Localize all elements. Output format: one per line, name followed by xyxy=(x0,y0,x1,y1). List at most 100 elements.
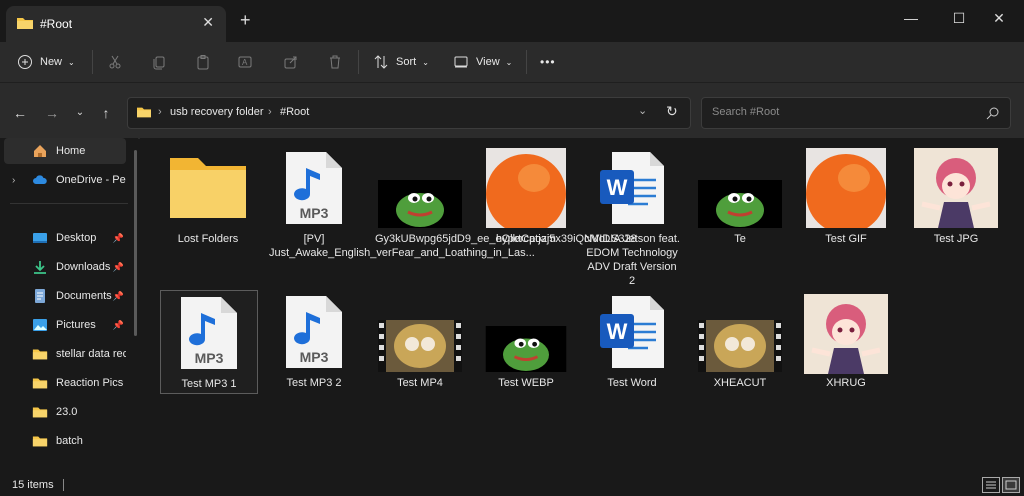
cut-icon xyxy=(106,53,124,71)
sidebar-item-stellar-data-recovery[interactable]: stellar data reco xyxy=(4,341,126,367)
large-icons-view-icon xyxy=(1005,480,1017,490)
documents-icon xyxy=(35,289,45,303)
sidebar-item-desktop[interactable]: Desktop 📌 xyxy=(4,225,126,251)
chevron-down-icon: ⌄ xyxy=(505,57,513,67)
details-view-icon xyxy=(986,481,996,489)
file-item-test-webp[interactable]: Test WEBP xyxy=(478,290,574,392)
tab-root[interactable]: #Root ✕ xyxy=(6,6,226,42)
folder-icon xyxy=(32,349,48,360)
sidebar-item-pictures[interactable]: Pictures 📌 xyxy=(4,312,126,338)
title-bar: #Root ✕ + — ☐ ✕ xyxy=(0,0,1024,42)
tab-close-icon[interactable]: ✕ xyxy=(202,14,214,31)
file-item-hypercatjam[interactable]: hypercatjam xyxy=(478,148,574,278)
folder-icon xyxy=(32,407,48,418)
forward-arrow-icon[interactable]: → xyxy=(42,103,62,123)
recent-locations-chevron-icon[interactable]: ⌄ xyxy=(70,103,90,123)
search-input[interactable]: Search #Root xyxy=(712,106,779,118)
divider xyxy=(358,50,359,74)
cloud-icon xyxy=(33,175,47,184)
sidebar-scrollbar[interactable] xyxy=(134,150,137,336)
details-view-button[interactable] xyxy=(982,477,1000,493)
back-arrow-icon[interactable]: ← xyxy=(10,103,30,123)
more-options-button[interactable]: ••• xyxy=(540,50,556,74)
desktop-icon xyxy=(33,233,47,243)
new-tab-button[interactable]: + xyxy=(240,10,251,31)
divider xyxy=(10,203,128,204)
file-name: Test Word xyxy=(607,377,657,389)
home-icon xyxy=(34,145,46,157)
address-bar[interactable]: › usb recovery folder › #Root ⌄ ↻ xyxy=(127,97,691,129)
delete-button[interactable] xyxy=(326,50,344,74)
chevron-down-icon: ⌄ xyxy=(422,57,429,67)
file-item-lost-folders[interactable]: Lost Folders xyxy=(160,148,256,278)
file-item-test-gif[interactable]: Test GIF xyxy=(798,148,894,278)
rename-button[interactable]: A xyxy=(236,50,254,74)
folder-icon xyxy=(32,378,48,389)
sidebar-item-reaction-pics[interactable]: Reaction Pics xyxy=(4,370,126,396)
sidebar-item-label: Downloads xyxy=(56,261,111,273)
cut-button[interactable] xyxy=(106,50,124,74)
refresh-icon[interactable]: ↻ xyxy=(666,103,678,120)
sort-icon xyxy=(372,53,390,71)
file-item-pv-just-awake[interactable]: MP3 [PV] Just_Awake_English_verFear_and_… xyxy=(266,148,535,298)
file-item-test-mp4[interactable]: Test MP4 xyxy=(372,290,468,392)
close-window-button[interactable]: ✕ xyxy=(976,6,1022,30)
search-icon xyxy=(986,107,999,120)
file-item-test-mp3-2[interactable]: MP3 Test MP3 2 xyxy=(266,290,362,392)
pin-icon: 📌 xyxy=(112,232,124,243)
large-icons-view-button[interactable] xyxy=(1002,477,1020,493)
file-name: Te xyxy=(734,233,746,245)
up-arrow-icon[interactable]: ↑ xyxy=(96,103,116,123)
copy-button[interactable] xyxy=(150,50,168,74)
chevron-down-icon: ⌄ xyxy=(68,57,75,67)
file-name: Test MP3 1 xyxy=(181,378,237,390)
sort-button[interactable]: Sort ⌄ xyxy=(372,50,429,74)
breadcrumb-usb-recovery-folder[interactable]: usb recovery folder xyxy=(170,106,264,118)
file-name: hypercatjam xyxy=(496,233,556,245)
sidebar-item-batch[interactable]: batch xyxy=(4,428,126,454)
sidebar-item-onedrive[interactable]: › OneDrive - Perso xyxy=(4,167,126,193)
sidebar-item-home[interactable]: Home xyxy=(4,138,126,164)
address-row: ← → ⌄ ↑ › usb recovery folder › #Root ⌄ … xyxy=(0,82,1024,139)
file-item-test-jpg[interactable]: Test JPG xyxy=(908,148,1004,278)
file-item-xheacut[interactable]: XHEACUT xyxy=(692,290,788,392)
file-item-te[interactable]: Te xyxy=(692,148,788,278)
sidebar-item-label: stellar data reco xyxy=(56,348,126,360)
view-icon xyxy=(452,53,470,71)
file-name: Test WEBP xyxy=(498,377,554,389)
video-thumbnail-icon xyxy=(698,320,782,372)
folder-icon xyxy=(32,436,48,447)
breadcrumb-root[interactable]: #Root xyxy=(280,106,309,118)
file-item-gy3kubwpg[interactable]: Gy3kUBwpg65jdD9_ee_eOlktCpozj5x39iQcMoLS… xyxy=(372,148,637,298)
paste-icon xyxy=(194,53,212,71)
new-button[interactable]: New ⌄ xyxy=(16,50,75,74)
svg-text:MP3: MP3 xyxy=(300,205,329,221)
sidebar-item-documents[interactable]: Documents 📌 xyxy=(4,283,126,309)
sidebar-item-23-0[interactable]: 23.0 xyxy=(4,399,126,425)
mp3-file-icon: MP3 xyxy=(286,296,342,368)
search-box[interactable]: Search #Root xyxy=(701,97,1011,129)
file-item-xhrug[interactable]: XHRUG xyxy=(798,290,894,392)
paste-button[interactable] xyxy=(194,50,212,74)
file-item-test-word[interactable]: W Test Word xyxy=(584,290,680,392)
sidebar-item-label: OneDrive - Perso xyxy=(56,174,126,186)
view-button[interactable]: View ⌄ xyxy=(452,50,512,74)
share-button[interactable] xyxy=(282,50,300,74)
pin-icon: 📌 xyxy=(112,319,124,330)
orange-cat-thumbnail-icon xyxy=(486,148,566,228)
file-name: XHEACUT xyxy=(713,377,767,389)
breadcrumb-chevron-icon: › xyxy=(268,106,272,118)
file-item-test-mp3-1[interactable]: MP3 Test MP3 1 xyxy=(160,290,258,394)
file-name: Test JPG xyxy=(933,233,979,245)
mp3-file-icon: MP3 xyxy=(181,297,237,369)
file-name: Test MP4 xyxy=(397,377,443,389)
minimize-button[interactable]: — xyxy=(888,6,934,30)
expand-chevron-icon[interactable]: › xyxy=(12,175,15,186)
folder-icon xyxy=(170,158,246,218)
sidebar-item-downloads[interactable]: Downloads 📌 xyxy=(4,254,126,280)
file-item-nvidia-jetson[interactable]: W NVIDIA Jetson feat. EDOM Technology AD… xyxy=(584,148,680,298)
file-name: Test GIF xyxy=(825,233,867,245)
file-name: [PV] Just_Awake_English_verFear_and_Loat… xyxy=(269,233,535,259)
download-icon xyxy=(34,261,46,274)
address-dropdown-chevron-icon[interactable]: ⌄ xyxy=(638,104,647,117)
